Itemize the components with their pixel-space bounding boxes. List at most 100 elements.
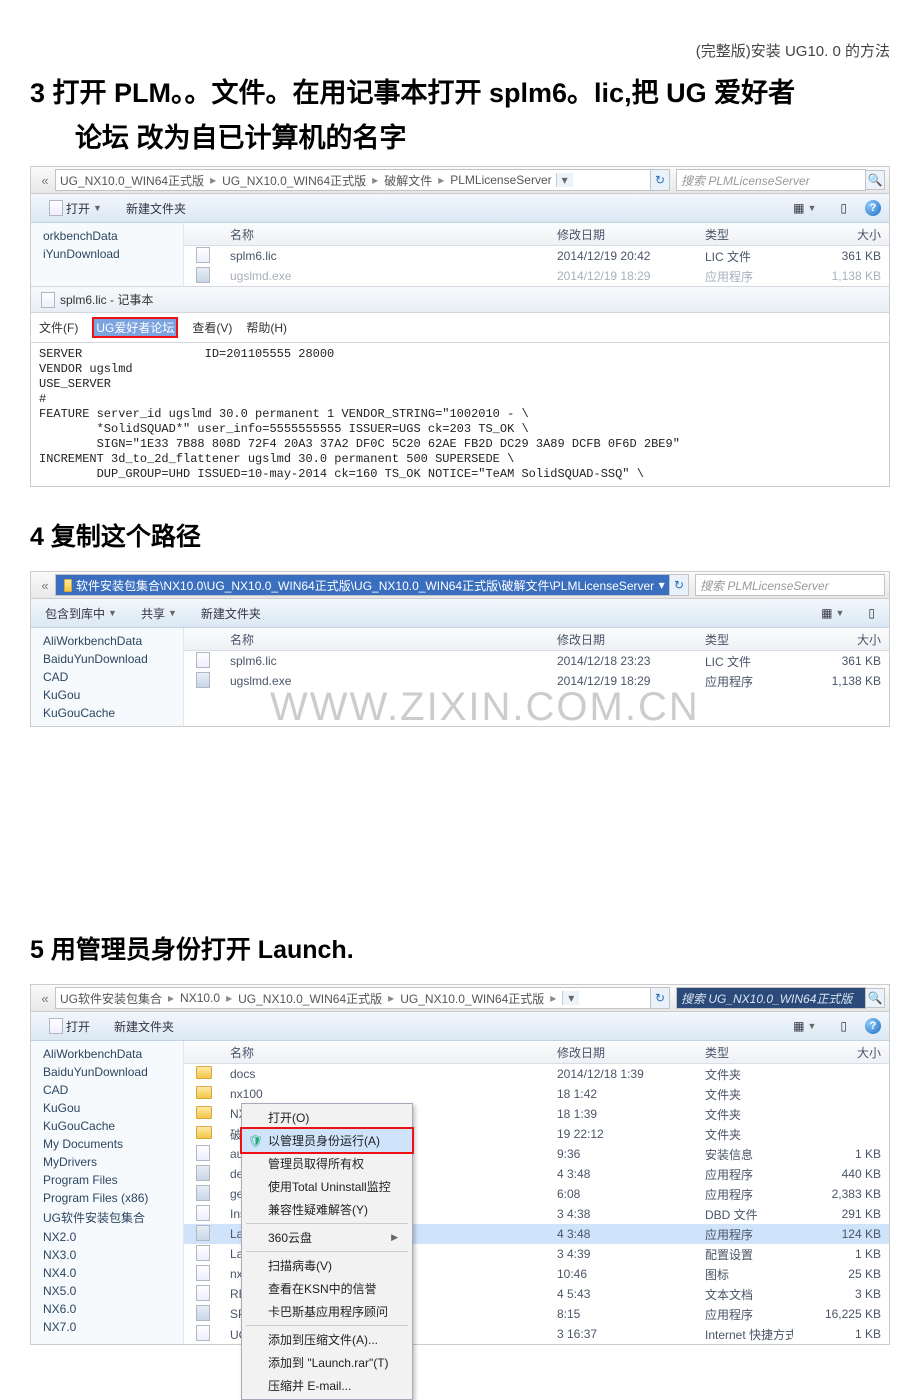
table-row[interactable]: docs2014/12/18 1:39文件夹 (184, 1064, 889, 1084)
sidebar-item[interactable]: KuGou (33, 1099, 181, 1117)
include-button[interactable]: 包含到库中▼ (39, 605, 123, 622)
sidebar-item[interactable]: AliWorkbenchData (33, 632, 181, 650)
sidebar-item[interactable]: NX7.0 (33, 1318, 181, 1336)
preview-pane-button[interactable]: ▯ (834, 1019, 853, 1033)
folder-icon (196, 1066, 212, 1079)
notepad-content[interactable]: SERVER ID=201105555 28000 VENDOR ugslmd … (31, 343, 889, 486)
cm-360cloud[interactable]: 360云盘▶ (242, 1226, 412, 1249)
col-size[interactable]: 大小 (793, 226, 889, 243)
file-icon (196, 1185, 210, 1201)
col-name[interactable]: 名称 (222, 631, 549, 648)
col-name[interactable]: 名称 (222, 226, 549, 243)
cm-kaspersky[interactable]: 卡巴斯基应用程序顾问 (242, 1300, 412, 1323)
sidebar-item[interactable]: NX3.0 (33, 1246, 181, 1264)
sidebar-item[interactable]: NX6.0 (33, 1300, 181, 1318)
open-button[interactable]: 打开 (39, 1018, 96, 1035)
refresh-icon[interactable]: ↻ (651, 987, 670, 1009)
help-icon[interactable]: ? (865, 200, 881, 216)
breadcrumb-path[interactable]: UG软件安装包集合▸ NX10.0▸ UG_NX10.0_WIN64正式版▸ U… (55, 987, 651, 1009)
cm-run-admin[interactable]: 🛡 以管理员身份运行(A) (242, 1129, 412, 1152)
preview-pane-button[interactable]: ▯ (862, 606, 881, 620)
search-input[interactable]: 搜索 PLMLicenseServer (695, 574, 885, 596)
newfolder-button[interactable]: 新建文件夹 (108, 1018, 180, 1035)
col-date[interactable]: 修改日期 (549, 226, 697, 243)
address-input[interactable]: 软件安装包集合\NX10.0\UG_NX10.0_WIN64正式版\UG_NX1… (55, 574, 670, 596)
table-row[interactable]: ugslmd.exe 2014/12/19 18:29 应用程序 1,138 K… (184, 671, 889, 691)
back-icon[interactable]: « (38, 173, 52, 187)
bc-seg[interactable]: UG_NX10.0_WIN64正式版 (400, 990, 544, 1007)
sidebar-item[interactable]: My Documents (33, 1135, 181, 1153)
menu-help[interactable]: 帮助(H) (246, 319, 287, 336)
sidebar-item[interactable]: BaiduYunDownload (33, 650, 181, 668)
newfolder-button[interactable]: 新建文件夹 (120, 200, 192, 217)
view-mode-button[interactable]: ▦▼ (815, 606, 850, 620)
help-icon[interactable]: ? (865, 1018, 881, 1034)
share-button[interactable]: 共享▼ (135, 605, 183, 622)
bc-seg[interactable]: UG_NX10.0_WIN64正式版 (222, 172, 366, 189)
search-icon[interactable]: 🔍 (866, 170, 885, 190)
bc-seg[interactable]: 破解文件 (384, 172, 432, 189)
bc-drop-icon[interactable]: ▾ (658, 578, 665, 592)
view-mode-button[interactable]: ▦▼ (787, 1019, 822, 1033)
sidebar-item[interactable]: AliWorkbenchData (33, 1045, 181, 1063)
cm-ksn[interactable]: 查看在KSN中的信誉 (242, 1277, 412, 1300)
cm-add-archive[interactable]: 添加到压缩文件(A)... (242, 1328, 412, 1351)
sidebar-item[interactable]: NX5.0 (33, 1282, 181, 1300)
sidebar-item[interactable]: KuGou (33, 686, 181, 704)
bc-seg[interactable]: UG_NX10.0_WIN64正式版 (60, 172, 204, 189)
menu-file[interactable]: 文件(F) (39, 319, 78, 336)
sidebar-item[interactable]: Program Files (x86) (33, 1189, 181, 1207)
sidebar-item[interactable]: UG软件安装包集合 (33, 1207, 181, 1228)
table-row[interactable]: splm6.lic 2014/12/18 23:23 LIC 文件 361 KB (184, 651, 889, 671)
refresh-icon[interactable]: ↻ (670, 574, 689, 596)
col-date[interactable]: 修改日期 (549, 631, 697, 648)
back-icon[interactable]: « (38, 991, 52, 1005)
table-row[interactable]: ugslmd.exe 2014/12/19 18:29 应用程序 1,138 K… (184, 266, 889, 286)
cm-compat[interactable]: 兼容性疑难解答(Y) (242, 1198, 412, 1221)
bc-seg[interactable]: UG软件安装包集合 (60, 990, 162, 1007)
sidebar-item[interactable]: NX4.0 (33, 1264, 181, 1282)
cm-add-rar[interactable]: 添加到 "Launch.rar"(T) (242, 1351, 412, 1374)
sidebar-item[interactable]: orkbenchData (33, 227, 181, 245)
sidebar-item[interactable]: KuGouCache (33, 1117, 181, 1135)
file-icon (196, 652, 210, 668)
bc-seg[interactable]: PLMLicenseServer (450, 173, 551, 187)
breadcrumb-path[interactable]: UG_NX10.0_WIN64正式版▸ UG_NX10.0_WIN64正式版▸ … (55, 169, 651, 191)
bc-seg[interactable]: UG_NX10.0_WIN64正式版 (238, 990, 382, 1007)
sidebar-item[interactable]: Program Files (33, 1171, 181, 1189)
search-input[interactable]: 搜索 PLMLicenseServer (676, 169, 866, 191)
bc-drop-icon[interactable]: ▾ (556, 173, 573, 187)
col-date[interactable]: 修改日期 (549, 1044, 697, 1061)
cm-open[interactable]: 打开(O) (242, 1106, 412, 1129)
bc-drop-icon[interactable]: ▾ (562, 991, 579, 1005)
bc-seg[interactable]: NX10.0 (180, 991, 220, 1005)
cm-total-uninstall[interactable]: 使用Total Uninstall监控 (242, 1175, 412, 1198)
col-size[interactable]: 大小 (793, 631, 889, 648)
menu-view[interactable]: 查看(V) (192, 319, 232, 336)
preview-pane-button[interactable]: ▯ (834, 201, 853, 215)
table-row[interactable]: nx10018 1:42文件夹 (184, 1084, 889, 1104)
search-input[interactable]: 搜索 UG_NX10.0_WIN64正式版 (676, 987, 866, 1009)
open-button[interactable]: 打开▼ (39, 200, 108, 217)
newfolder-button[interactable]: 新建文件夹 (195, 605, 267, 622)
view-mode-button[interactable]: ▦▼ (787, 201, 822, 215)
sidebar-item[interactable]: iYunDownload (33, 245, 181, 263)
col-size[interactable]: 大小 (793, 1044, 889, 1061)
col-name[interactable]: 名称 (222, 1044, 549, 1061)
refresh-icon[interactable]: ↻ (651, 169, 670, 191)
sidebar-item[interactable]: NX2.0 (33, 1228, 181, 1246)
col-type[interactable]: 类型 (697, 226, 793, 243)
cm-scan[interactable]: 扫描病毒(V) (242, 1254, 412, 1277)
sidebar-item[interactable]: MyDrivers (33, 1153, 181, 1171)
cm-email[interactable]: 压缩并 E-mail... (242, 1374, 412, 1397)
back-icon[interactable]: « (38, 578, 52, 592)
sidebar-item[interactable]: BaiduYunDownload (33, 1063, 181, 1081)
cm-owner[interactable]: 管理员取得所有权 (242, 1152, 412, 1175)
search-icon[interactable]: 🔍 (866, 988, 885, 1008)
sidebar-item[interactable]: CAD (33, 668, 181, 686)
sidebar-item[interactable]: CAD (33, 1081, 181, 1099)
col-type[interactable]: 类型 (697, 1044, 793, 1061)
table-row[interactable]: splm6.lic 2014/12/19 20:42 LIC 文件 361 KB (184, 246, 889, 266)
sidebar-item[interactable]: KuGouCache (33, 704, 181, 722)
col-type[interactable]: 类型 (697, 631, 793, 648)
